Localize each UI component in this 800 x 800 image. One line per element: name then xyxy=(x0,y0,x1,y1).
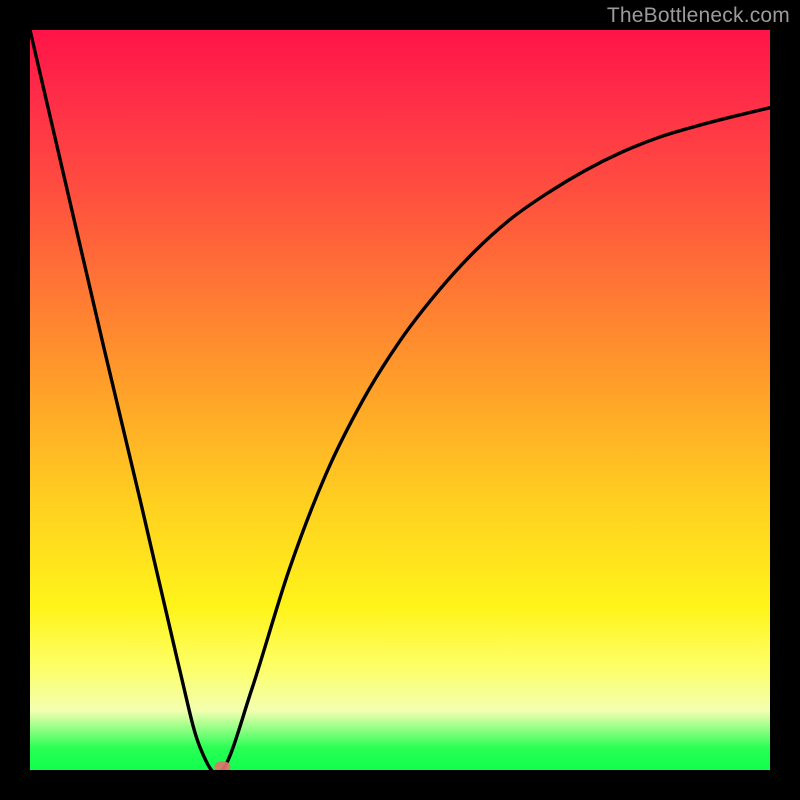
chart-frame: TheBottleneck.com xyxy=(0,0,800,800)
plot-area xyxy=(30,30,770,770)
bottleneck-curve xyxy=(30,30,770,770)
watermark-text: TheBottleneck.com xyxy=(607,4,790,28)
curve-svg xyxy=(30,30,770,770)
